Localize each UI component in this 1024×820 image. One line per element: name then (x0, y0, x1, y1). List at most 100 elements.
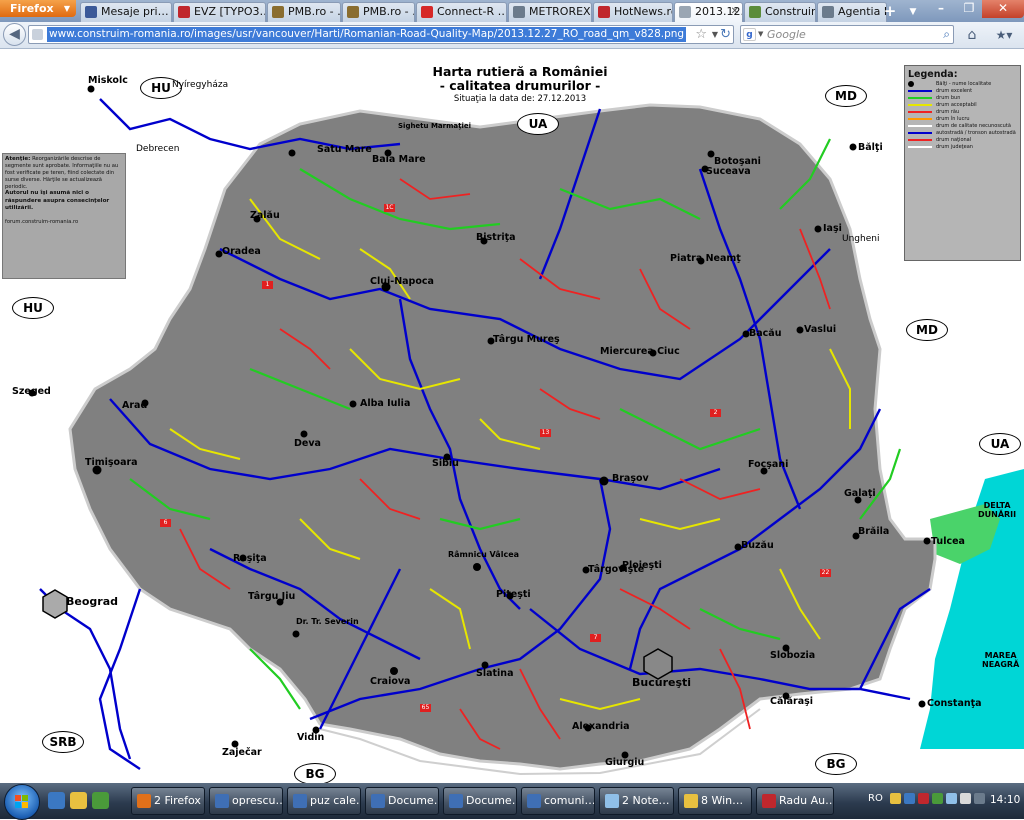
taskbar-button[interactable]: Docume… (365, 787, 439, 815)
minimize-button[interactable]: – (926, 0, 956, 18)
bookmark-star-icon[interactable]: ☆ (695, 26, 707, 43)
taskbar-app-icon (137, 794, 151, 808)
browser-tab[interactable]: 2013.12.2…✕ (674, 2, 743, 23)
tab-favicon-icon (421, 6, 433, 18)
belgrade-marker (42, 589, 68, 619)
search-bar[interactable]: g ▼ Google ⌕ (740, 25, 954, 44)
country-label: HU (12, 297, 54, 319)
tray-app-icon[interactable] (918, 793, 929, 804)
country-label: SRB (42, 731, 84, 753)
legend-swatch (908, 89, 932, 92)
tab-label: Connect-R … (437, 5, 507, 18)
city-label: Vaslui (804, 324, 837, 335)
browser-tab[interactable]: HotNews.ro… (593, 2, 673, 22)
browser-tab[interactable]: Mesaje pri… (80, 2, 172, 22)
browser-tab[interactable]: PMB.ro - … (267, 2, 341, 22)
taskbar-button[interactable]: oprescu… (209, 787, 283, 815)
taskbar-button-label: oprescu… (232, 794, 283, 807)
tab-strip: Firefox ▼ Mesaje pri… EVZ [TYPO3… PMB.ro -… (0, 0, 1024, 23)
road-number-badge: 1 (262, 281, 273, 289)
city-label: Suceava (706, 166, 751, 177)
browser-tab[interactable]: Construim … (744, 2, 816, 22)
city-label: Bălţi (858, 142, 883, 153)
country-label: UA (517, 113, 559, 135)
warning-title: Atenţie: (5, 156, 31, 162)
reload-icon[interactable]: ↻ (720, 26, 731, 43)
browser-tab[interactable]: Agentia D… (817, 2, 887, 22)
browser-tab[interactable]: EVZ [TYPO3… (173, 2, 266, 22)
warning-disclaimer: Autorul nu îşi asumă nici o răspundere a… (5, 190, 110, 211)
tab-favicon-icon (272, 6, 284, 18)
close-button[interactable]: ✕ (982, 0, 1024, 18)
clock[interactable]: 14:10 (990, 794, 1020, 806)
country-label: BG (815, 753, 857, 775)
browser-tab[interactable]: Connect-R … (416, 2, 507, 22)
tab-label: EVZ [TYPO3… (194, 5, 266, 18)
power-icon[interactable] (974, 793, 985, 804)
legend-label: drum bun (936, 94, 961, 101)
legend-item: drum acceptabil (908, 101, 1017, 108)
taskbar-app-icon (684, 794, 698, 808)
city-label: Braşov (612, 473, 649, 484)
google-icon[interactable]: g (743, 28, 756, 41)
taskbar-button[interactable]: comuni… (521, 787, 595, 815)
close-tab-icon[interactable]: ✕ (731, 3, 739, 21)
windows-taskbar: 2 Firefox oprescu… puz cale… Docume… Docume…… (0, 783, 1024, 820)
legend-swatch (908, 80, 914, 87)
url-text[interactable]: www.construim-romania.ro/images/usr/vanc… (47, 27, 687, 42)
city-label: Slatina (476, 668, 514, 679)
road-number-badge: 7 (590, 634, 601, 642)
tray-app-icon[interactable] (932, 793, 943, 804)
city-label: Sibiu (432, 458, 459, 469)
volume-icon[interactable] (960, 793, 971, 804)
ie-quicklaunch-icon[interactable] (48, 792, 65, 809)
legend-swatch (908, 124, 932, 127)
taskbar-button[interactable]: Radu Au… (756, 787, 834, 815)
taskbar-button[interactable]: 8 Win… (678, 787, 752, 815)
map-legend: Legenda: Bălţi - nume localitate drum exc… (904, 65, 1021, 261)
network-icon[interactable] (946, 793, 957, 804)
maximize-button[interactable]: ❐ (954, 0, 984, 18)
city-label: Focşani (748, 459, 789, 470)
url-history-dropdown-icon[interactable]: ▼ (712, 26, 718, 43)
taskbar-button[interactable]: puz cale… (287, 787, 361, 815)
city-label: Debrecen (136, 144, 180, 154)
city-label: Giurgiu (605, 757, 645, 768)
back-button[interactable]: ◀ (3, 23, 26, 46)
tab-favicon-icon (85, 6, 97, 18)
page-content: Harta rutieră a României - calitatea dru… (0, 49, 1024, 783)
map-date: Situaţia la data de: 27.12.2013 (453, 94, 587, 104)
language-indicator[interactable]: RO (868, 793, 883, 804)
taskbar-button-label: Docume… (466, 794, 516, 807)
city-label: Beograd (66, 595, 118, 608)
country-label: MD (825, 85, 867, 107)
show-hidden-icons-icon[interactable] (890, 793, 901, 804)
road-number-badge: 65 (420, 704, 431, 712)
legend-label: Bălţi - nume localitate (936, 80, 992, 87)
browser-tab[interactable]: METROREX (508, 2, 592, 22)
search-icon[interactable]: ⌕ (943, 26, 950, 43)
browser-tab[interactable]: PMB.ro - … (342, 2, 415, 22)
taskbar-button[interactable]: Docume… (443, 787, 517, 815)
taskbar-button[interactable]: 2 Firefox (131, 787, 205, 815)
explorer-quicklaunch-icon[interactable] (70, 792, 87, 809)
city-label: Galaţi (844, 488, 876, 499)
tab-list-button[interactable]: ▼ (905, 3, 921, 21)
taskbar-app-icon (527, 794, 541, 808)
city-label: Brăila (858, 526, 890, 537)
bookmarks-button[interactable]: ★▾ (990, 25, 1018, 45)
tray-app-icon[interactable] (904, 793, 915, 804)
taskbar-button-label: 8 Win… (701, 794, 744, 807)
legend-label: drum excelent (936, 87, 973, 94)
media-quicklaunch-icon[interactable] (92, 792, 109, 809)
start-button[interactable] (4, 784, 40, 820)
home-button[interactable]: ⌂ (962, 25, 982, 45)
taskbar-button[interactable]: 2 Note… (599, 787, 674, 815)
search-input[interactable]: Google (767, 26, 806, 43)
search-engine-dropdown-icon[interactable]: ▼ (758, 26, 763, 43)
country-label: BG (294, 763, 336, 783)
firefox-menu-button[interactable]: Firefox ▼ (0, 0, 76, 17)
legend-item: Bălţi - nume localitate (908, 80, 1017, 87)
url-bar[interactable]: www.construim-romania.ro/images/usr/vanc… (28, 25, 734, 44)
new-tab-button[interactable]: + (880, 3, 900, 21)
